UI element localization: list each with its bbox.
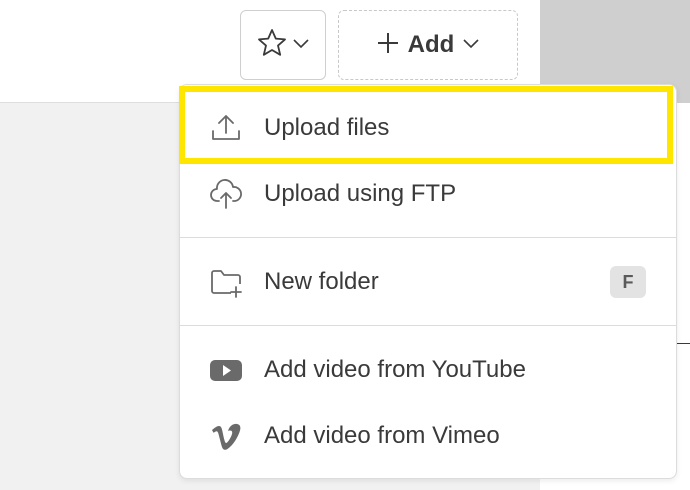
chevron-down-icon	[292, 36, 310, 54]
menu-item-label: Upload files	[264, 114, 390, 141]
folder-plus-icon	[208, 264, 244, 300]
menu-item-upload-files[interactable]: Upload files	[180, 95, 676, 161]
add-dropdown-menu: Upload files Upload using FTP New folder…	[179, 84, 677, 479]
favorite-dropdown-button[interactable]	[240, 10, 326, 80]
menu-item-vimeo[interactable]: Add video from Vimeo	[180, 403, 676, 469]
cloud-upload-icon	[208, 176, 244, 212]
menu-item-label: New folder	[264, 268, 379, 295]
add-button[interactable]: Add	[338, 10, 518, 80]
menu-item-youtube[interactable]: Add video from YouTube	[180, 337, 676, 403]
menu-item-upload-ftp[interactable]: Upload using FTP	[180, 161, 676, 227]
menu-divider	[180, 325, 676, 326]
chevron-down-icon	[462, 36, 480, 54]
upload-icon	[208, 110, 244, 146]
menu-item-label: Upload using FTP	[264, 180, 457, 207]
menu-item-label: Add video from YouTube	[264, 356, 526, 383]
menu-divider	[180, 237, 676, 238]
vimeo-icon	[208, 418, 244, 454]
menu-item-label: Add video from Vimeo	[264, 422, 500, 449]
youtube-icon	[208, 352, 244, 388]
star-icon	[256, 27, 288, 64]
plus-icon	[376, 31, 400, 60]
shortcut-badge: F	[610, 266, 646, 298]
add-button-label: Add	[407, 31, 455, 58]
menu-item-new-folder[interactable]: New folder F	[180, 249, 676, 315]
